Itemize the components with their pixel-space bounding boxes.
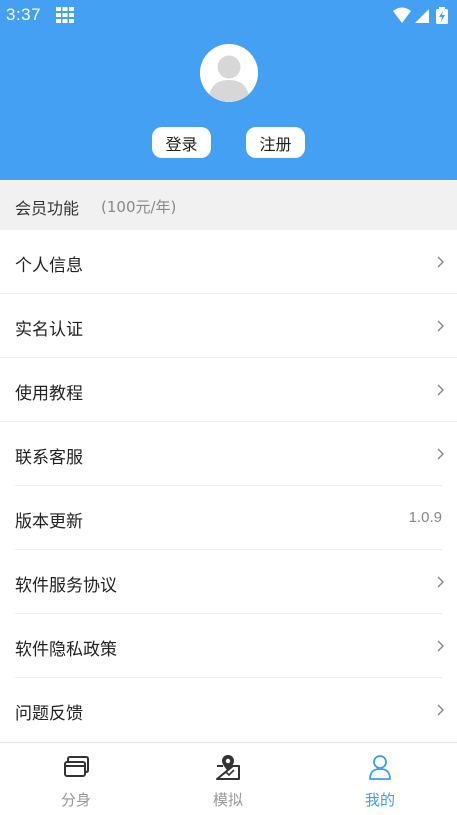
- member-title: 会员功能: [15, 199, 80, 218]
- nav-tab-mine[interactable]: 我的: [304, 743, 456, 815]
- menu-item-feedback[interactable]: 问题反馈: [0, 678, 457, 742]
- menu-item-verification[interactable]: 实名认证: [0, 294, 457, 358]
- menu-item-tutorial[interactable]: 使用教程: [0, 358, 457, 422]
- status-bar: 3:37: [0, 0, 457, 30]
- menu-item-label: 软件服务协议: [15, 576, 117, 596]
- wifi-icon: [393, 7, 411, 23]
- menu-item-privacy-policy[interactable]: 软件隐私政策: [0, 614, 457, 678]
- version-value: 1.0.9: [408, 509, 442, 526]
- menu-item-label: 实名认证: [15, 320, 83, 340]
- chevron-right-icon: [437, 256, 444, 268]
- chevron-right-icon: [437, 320, 444, 332]
- chevron-right-icon: [437, 384, 444, 396]
- profile-header: 3:37 登录 注册: [0, 0, 457, 180]
- register-button[interactable]: 注册: [246, 127, 305, 158]
- nav-label: 模拟: [212, 791, 243, 809]
- nav-tab-clone[interactable]: 分身: [0, 743, 152, 815]
- bottom-nav: 分身 模拟 我的: [0, 742, 457, 815]
- member-price: (100元/年): [101, 198, 177, 216]
- member-section[interactable]: 会员功能 (100元/年): [0, 180, 457, 230]
- nav-label: 分身: [60, 791, 91, 809]
- location-pin-icon: [216, 755, 240, 780]
- signal-icon: [415, 9, 429, 23]
- status-time: 3:37: [6, 5, 42, 24]
- clone-icon: [64, 756, 89, 777]
- menu-item-profile[interactable]: 个人信息: [0, 230, 457, 294]
- menu-item-label: 软件隐私政策: [15, 640, 117, 660]
- menu-item-label: 使用教程: [15, 384, 83, 404]
- menu-item-label: 联系客服: [15, 448, 83, 468]
- menu-item-version-update[interactable]: 版本更新 1.0.9: [0, 486, 457, 550]
- default-avatar-icon: [200, 44, 258, 102]
- menu-item-label: 个人信息: [15, 256, 83, 276]
- menu-item-label: 版本更新: [15, 512, 83, 532]
- nav-label: 我的: [364, 791, 395, 809]
- avatar[interactable]: [200, 44, 258, 102]
- nav-tab-simulate[interactable]: 模拟: [152, 743, 304, 815]
- chevron-right-icon: [437, 704, 444, 716]
- chevron-right-icon: [437, 640, 444, 652]
- login-button[interactable]: 登录: [152, 127, 211, 158]
- status-icons: [393, 7, 448, 24]
- user-icon: [369, 755, 391, 780]
- menu-item-customer-service[interactable]: 联系客服: [0, 422, 457, 486]
- menu-item-service-agreement[interactable]: 软件服务协议: [0, 550, 457, 614]
- chevron-right-icon: [437, 576, 444, 588]
- grid-icon: [56, 7, 74, 23]
- battery-icon: [436, 7, 448, 24]
- chevron-right-icon: [437, 448, 444, 460]
- menu-item-label: 问题反馈: [15, 704, 83, 724]
